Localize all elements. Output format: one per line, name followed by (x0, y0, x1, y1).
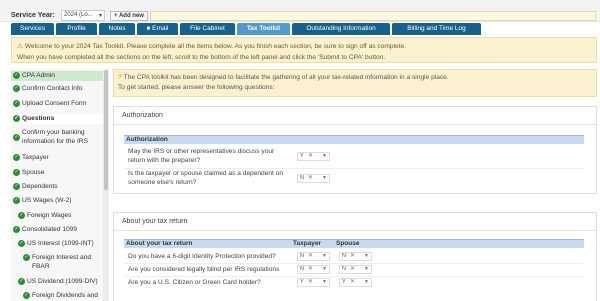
check-circle-icon: ✓ (13, 226, 20, 233)
tab-bar: Services Profile Notes ■ Email File Cabin… (0, 23, 600, 35)
sidebar-item-confirm-banking[interactable]: ✓ Confirm your banking information for t… (11, 128, 109, 148)
top-bar: Service Year: 2024 (Lo... ▾ + Add new (0, 0, 600, 22)
row-divider (124, 276, 584, 277)
clear-icon[interactable]: ✕ (308, 153, 313, 160)
check-circle-icon: ✓ (13, 72, 20, 79)
authorization-section-header: Authorization (124, 135, 584, 144)
row-divider (124, 263, 584, 264)
sidebar-item-foreign-interest[interactable]: ✓ Foreign Interest and FBAR (11, 253, 109, 273)
check-circle-icon: ✓ (18, 240, 25, 247)
chevron-down-icon: ▼ (322, 153, 327, 159)
legally-blind-spouse-select[interactable]: N ✕ ▼ (339, 265, 372, 274)
question-us-citizen: Are you a U.S. Citizen or Green Card hol… (128, 279, 261, 286)
sidebar-item-upload-consent-form[interactable]: ✓ Upload Consent Form (11, 99, 109, 109)
claimed-dependent-select[interactable]: N ✕ ▼ (297, 174, 330, 183)
tab-profile[interactable]: Profile (56, 23, 97, 35)
check-circle-icon: ✓ (13, 154, 20, 161)
check-circle-icon: ✓ (13, 85, 20, 92)
sidebar-item-us-dividend[interactable]: ✓ US Dividend (1099-DIV) (11, 277, 109, 287)
chevron-down-icon: ▼ (364, 253, 369, 259)
service-year-select[interactable]: 2024 (Lo... ▾ (61, 10, 105, 21)
chevron-down-icon: ▼ (322, 175, 327, 181)
chevron-down-icon: ▼ (322, 253, 327, 259)
service-year-value: 2024 (Lo... (64, 12, 93, 18)
tab-notes[interactable]: Notes (99, 23, 135, 35)
chevron-down-icon: ▼ (364, 279, 369, 285)
check-circle-icon: ✓ (13, 183, 20, 190)
tab-email[interactable]: ■ Email (137, 23, 178, 35)
sidebar-item-us-wages[interactable]: ✓ US Wages (W-2) (11, 196, 109, 206)
warning-icon: ⚠ (17, 43, 23, 50)
question-claimed-dependent: Is the taxpayer or spouse claimed as a d… (128, 170, 284, 186)
banner-line-2: When you have completed all the sections… (17, 54, 386, 61)
add-new-button[interactable]: + Add new (110, 11, 148, 21)
check-circle-icon: ✓ (23, 292, 30, 299)
email-icon: ■ (146, 26, 151, 32)
check-circle-icon: ✓ (13, 100, 20, 107)
legally-blind-taxpayer-select[interactable]: N ✕ ▼ (297, 265, 330, 274)
sidebar: ✓ CPA Admin ✓ Confirm Contact Info ✓ Upl… (11, 69, 109, 301)
info-line-2: To get started, please answer the follow… (118, 84, 275, 91)
us-citizen-taxpayer-select[interactable]: Y ✕ ▼ (297, 278, 330, 287)
clear-icon[interactable]: ✕ (308, 253, 313, 260)
sidebar-item-cpa-admin[interactable]: ✓ CPA Admin (11, 71, 109, 81)
chevron-down-icon: ▾ (98, 13, 102, 19)
check-circle-icon: ✓ (23, 254, 30, 261)
about-section-header: About your tax return Taxpayer Spouse (124, 239, 584, 248)
sidebar-item-dependents[interactable]: ✓ Dependents (11, 182, 109, 192)
service-year-label: Service Year: (11, 12, 55, 19)
check-circle-icon: ✓ (13, 115, 20, 122)
question-irs-discuss: May the IRS or other representatives dis… (128, 148, 275, 164)
check-circle-icon: ✓ (18, 212, 25, 219)
banner-line-1: Welcome to your 2024 Tax Toolkit. Please… (24, 43, 406, 50)
sidebar-item-consolidated-1099[interactable]: ✓ Consolidated 1099 (11, 225, 109, 235)
about-panel-title: About your tax return (114, 213, 596, 231)
clear-icon[interactable]: ✕ (308, 175, 313, 182)
info-line-1: The CPA toolkit has been designed to fac… (123, 74, 449, 81)
clear-icon[interactable]: ✕ (350, 253, 355, 260)
welcome-banner: ⚠ Welcome to your 2024 Tax Toolkit. Pleas… (11, 37, 597, 63)
sidebar-item-foreign-dividends[interactable]: ✓ Foreign Dividends and (11, 291, 109, 301)
check-circle-icon: ✓ (13, 134, 20, 141)
clear-icon[interactable]: ✕ (308, 279, 313, 286)
chevron-down-icon: ▼ (322, 266, 327, 272)
sidebar-item-taxpayer[interactable]: ✓ Taxpayer (11, 153, 109, 163)
sidebar-item-questions[interactable]: ✓ Questions (11, 114, 109, 124)
check-circle-icon: ✓ (18, 278, 25, 285)
question-ip-pin: Do you have a 6-digit Identity Protectio… (128, 253, 276, 260)
top-input-field[interactable] (150, 11, 596, 21)
tab-billing-time-log[interactable]: Billing and Time Log (392, 23, 481, 35)
about-tax-return-panel: About your tax return About your tax ret… (113, 212, 597, 301)
authorization-panel: Authorization Authorization May the IRS … (113, 106, 597, 194)
toolkit-info-box: ? The CPA toolkit has been designed to fa… (113, 69, 597, 97)
clear-icon[interactable]: ✕ (350, 266, 355, 273)
spouse-column-header: Spouse (336, 240, 360, 247)
chevron-down-icon: ▼ (364, 266, 369, 272)
ip-pin-spouse-select[interactable]: N ✕ ▼ (339, 252, 372, 261)
tab-services[interactable]: Services (11, 23, 54, 35)
check-circle-icon: ✓ (13, 197, 20, 204)
irs-discuss-select[interactable]: Y ✕ ▼ (297, 152, 330, 161)
ip-pin-taxpayer-select[interactable]: N ✕ ▼ (297, 252, 330, 261)
clear-icon[interactable]: ✕ (350, 279, 355, 286)
help-icon: ? (118, 74, 122, 81)
us-citizen-spouse-select[interactable]: Y ✕ ▼ (339, 278, 372, 287)
sidebar-item-us-interest[interactable]: ✓ US Interest (1099-INT) (11, 239, 109, 249)
chevron-down-icon: ▼ (322, 279, 327, 285)
sidebar-item-spouse[interactable]: ✓ Spouse (11, 168, 109, 178)
clear-icon[interactable]: ✕ (308, 266, 313, 273)
tab-tax-toolkit[interactable]: Tax Toolkit (237, 23, 290, 35)
sidebar-item-foreign-wages[interactable]: ✓ Foreign Wages (11, 211, 109, 221)
authorization-panel-title: Authorization (114, 107, 596, 125)
question-legally-blind: Are you considered legally blind per IRS… (128, 266, 280, 273)
sidebar-item-confirm-contact-info[interactable]: ✓ Confirm Contact Info (11, 84, 109, 94)
taxpayer-column-header: Taxpayer (293, 240, 322, 247)
tab-file-cabinet[interactable]: File Cabinet (180, 23, 235, 35)
tab-outstanding-information[interactable]: Outstanding Information (292, 23, 390, 35)
check-circle-icon: ✓ (13, 169, 20, 176)
sidebar-scroll-thumb[interactable] (104, 70, 108, 190)
